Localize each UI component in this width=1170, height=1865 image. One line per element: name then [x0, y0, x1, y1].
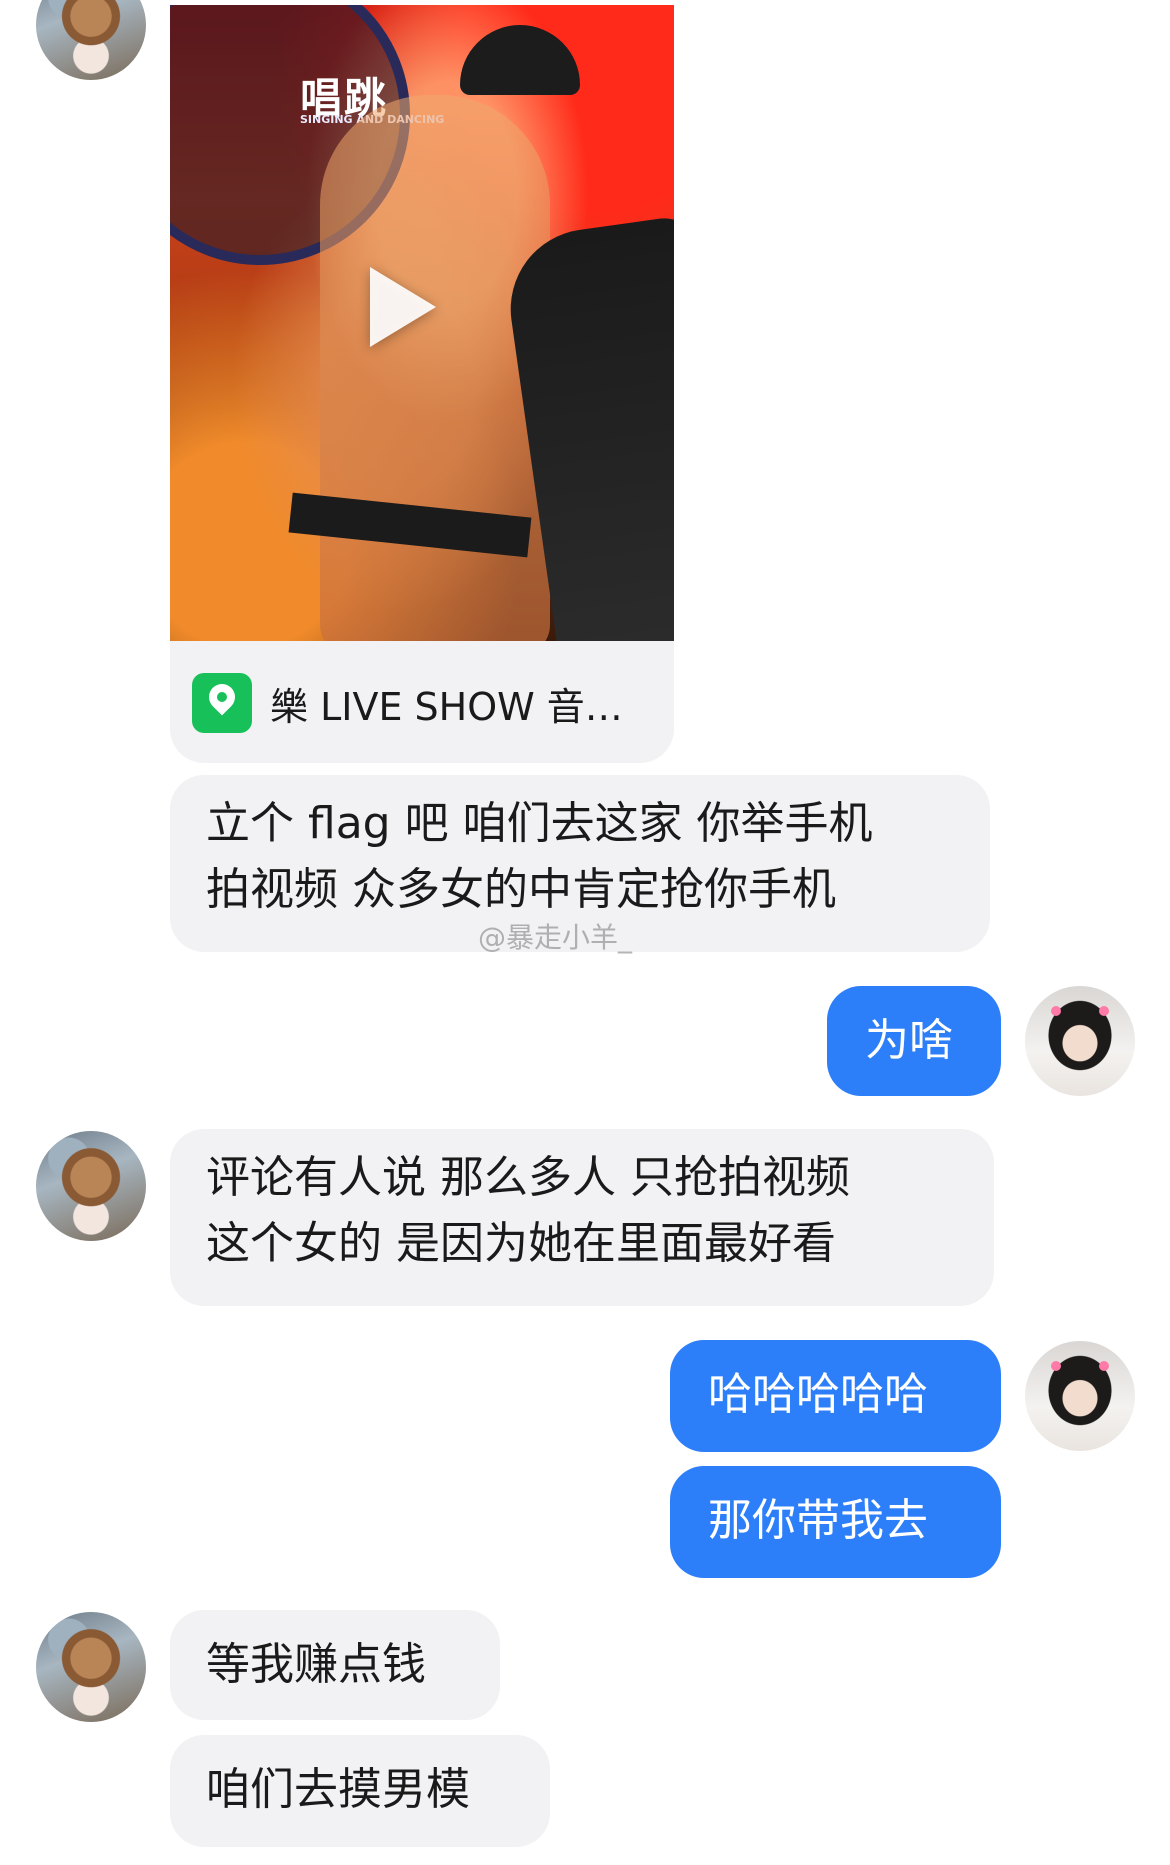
message-text: 等我赚点钱	[206, 1639, 426, 1690]
performer-cap	[460, 25, 580, 95]
message-text: 咱们去摸男模	[206, 1764, 470, 1815]
video-message-card[interactable]: 唱跳 SINGING AND DANCING 樂 LIVE SHOW 音…	[170, 5, 674, 763]
message-bubble-incoming[interactable]: 咱们去摸男模	[170, 1735, 550, 1847]
message-bubble-outgoing[interactable]: 哈哈哈哈哈	[670, 1340, 1001, 1452]
video-thumbnail[interactable]: 唱跳 SINGING AND DANCING	[170, 5, 674, 641]
location-label: 樂 LIVE SHOW 音…	[270, 684, 623, 729]
performer-figure	[320, 95, 550, 641]
message-text: 哈哈哈哈哈	[708, 1369, 928, 1420]
message-text-line: 拍视频 众多女的中肯定抢你手机	[206, 864, 836, 915]
message-bubble-incoming[interactable]: 评论有人说 那么多人 只抢拍视频 这个女的 是因为她在里面最好看	[170, 1129, 994, 1306]
location-pin-icon	[192, 673, 252, 733]
message-text: 为啥	[865, 1015, 953, 1066]
contact-avatar[interactable]	[36, 0, 146, 80]
user-avatar[interactable]	[1025, 1341, 1135, 1451]
chat-thread: 唱跳 SINGING AND DANCING 樂 LIVE SHOW 音… 立个…	[0, 0, 1170, 1865]
play-icon[interactable]	[370, 267, 436, 347]
message-bubble-outgoing[interactable]: 为啥	[827, 986, 1001, 1096]
user-avatar[interactable]	[1025, 986, 1135, 1096]
weibo-watermark: @暴走小羊_	[478, 921, 633, 954]
contact-avatar[interactable]	[36, 1131, 146, 1241]
message-text: 那你带我去	[708, 1495, 928, 1546]
message-bubble-outgoing[interactable]: 那你带我去	[670, 1466, 1001, 1578]
message-text-line: 评论有人说 那么多人 只抢拍视频	[206, 1152, 850, 1203]
message-bubble-incoming[interactable]: 等我赚点钱	[170, 1610, 500, 1720]
contact-avatar[interactable]	[36, 1612, 146, 1722]
message-text-line: 这个女的 是因为她在里面最好看	[206, 1218, 836, 1269]
message-text-line: 立个 flag 吧 咱们去这家 你举手机	[206, 798, 873, 849]
location-link[interactable]: 樂 LIVE SHOW 音…	[192, 673, 623, 733]
